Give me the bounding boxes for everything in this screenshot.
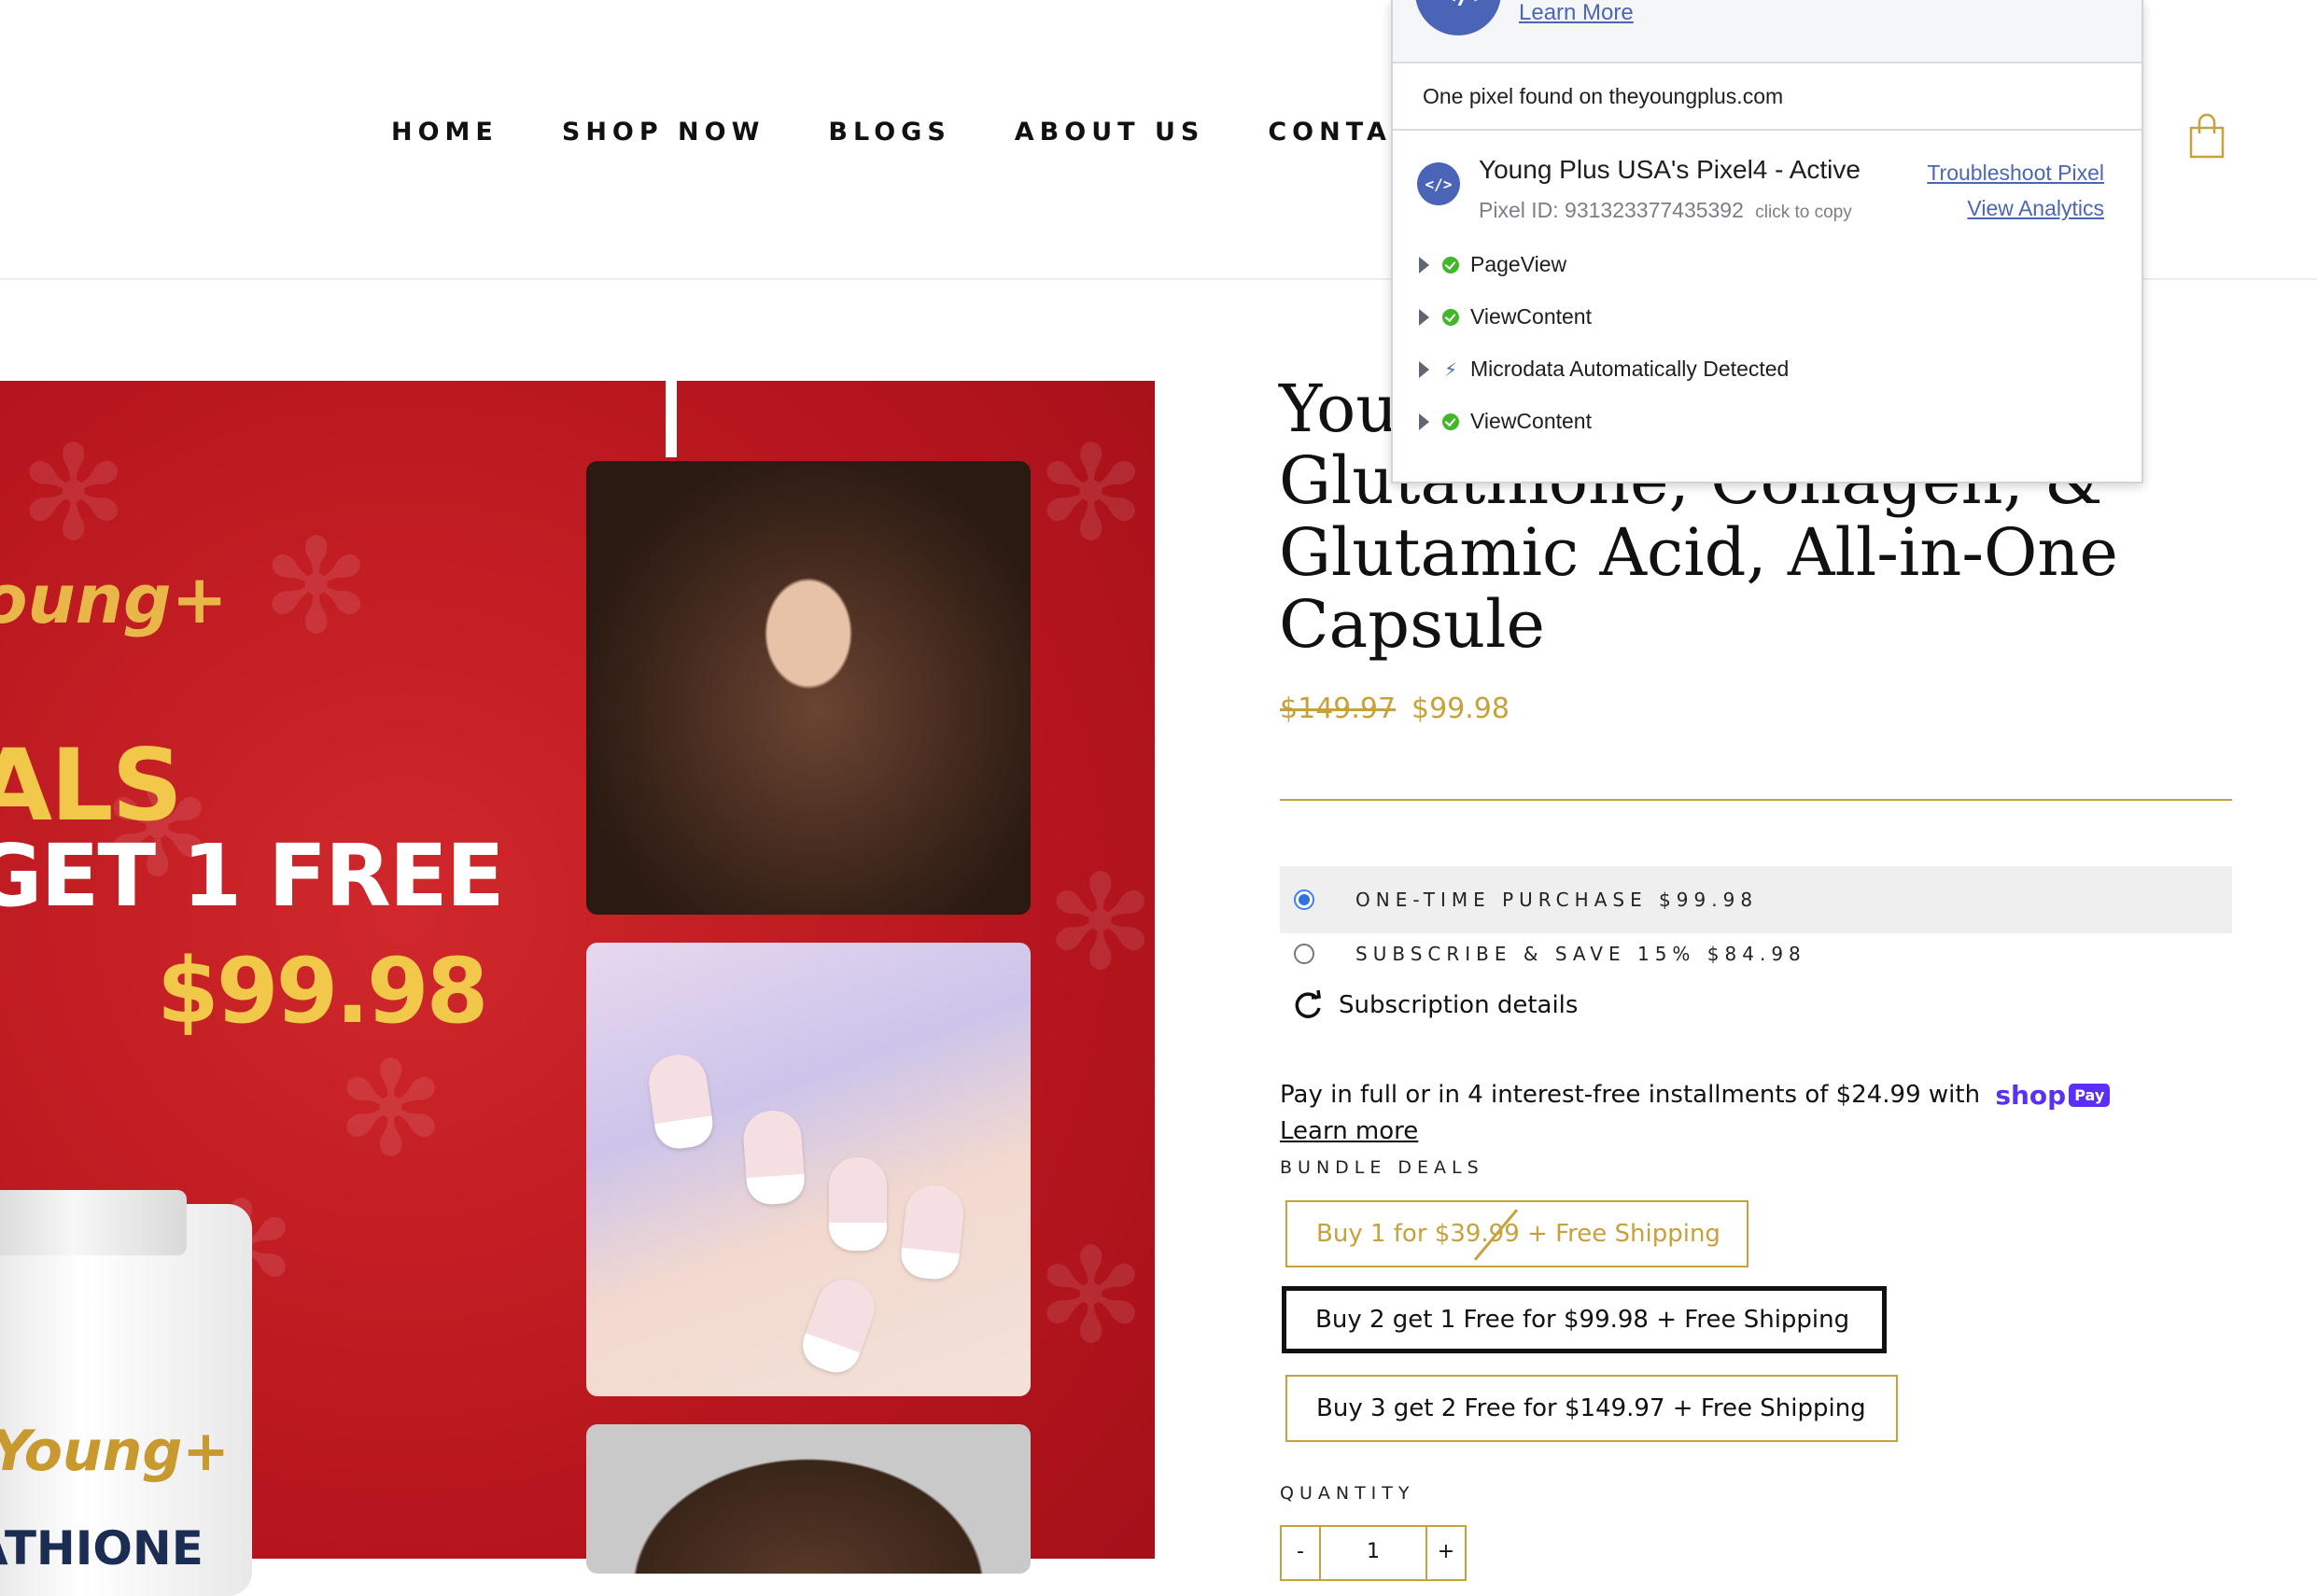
success-check-icon bbox=[1442, 256, 1459, 273]
quantity-stepper: - 1 + bbox=[1280, 1525, 1467, 1581]
shopping-bag-icon[interactable] bbox=[2188, 113, 2226, 160]
compare-at-price: $149.97 bbox=[1280, 693, 1397, 725]
bundle-label: Buy 1 for $39.99 + Free Shipping bbox=[1316, 1220, 1720, 1248]
event-name: Microdata Automatically Detected bbox=[1470, 357, 1790, 381]
radio-selected-icon[interactable] bbox=[1294, 889, 1314, 910]
popup-header: </> Learn More bbox=[1393, 0, 2141, 63]
shop-pay-wordmark: shop bbox=[1995, 1080, 2067, 1111]
nav-blogs[interactable]: BLOGS bbox=[828, 118, 950, 147]
pixel-code-icon: </> bbox=[1417, 162, 1460, 205]
event-name: ViewContent bbox=[1470, 409, 1592, 433]
expand-triangle-icon[interactable] bbox=[1419, 413, 1429, 430]
success-check-icon bbox=[1442, 308, 1459, 326]
nail-shape bbox=[741, 1108, 807, 1207]
subscription-details-link[interactable]: Subscription details bbox=[1292, 989, 1578, 1021]
nail-shape bbox=[795, 1271, 883, 1379]
bundle-option-3[interactable]: Buy 3 get 2 Free for $149.97 + Free Ship… bbox=[1285, 1375, 1898, 1442]
option-label: SUBSCRIBE & SAVE 15% $84.98 bbox=[1355, 943, 1806, 965]
snowflake-decoration: ✻ bbox=[261, 511, 372, 664]
shop-pay-logo: shop Pay bbox=[1995, 1080, 2111, 1111]
nav-home[interactable]: HOME bbox=[391, 118, 499, 147]
nav-about-us[interactable]: ABOUT US bbox=[1015, 118, 1205, 147]
refresh-icon bbox=[1295, 989, 1321, 1018]
nav-shop-now[interactable]: SHOP NOW bbox=[562, 118, 765, 147]
snowflake-decoration: ✻ bbox=[336, 1034, 446, 1186]
troubleshoot-pixel-link[interactable]: Troubleshoot Pixel bbox=[1927, 161, 2104, 186]
main-nav: HOME SHOP NOW BLOGS ABOUT US CONTACT U bbox=[391, 118, 1542, 147]
snowflake-decoration: ✻ bbox=[1036, 1221, 1146, 1373]
pixel-helper-logo-icon: </> bbox=[1415, 0, 1501, 35]
product-title-line: Capsule bbox=[1279, 586, 1545, 663]
event-row-microdata[interactable]: ⚡ Microdata Automatically Detected bbox=[1419, 357, 1789, 382]
pixel-id-text: Pixel ID: 931323377435392 bbox=[1479, 198, 1744, 222]
lightning-icon: ⚡ bbox=[1443, 357, 1458, 381]
pixel-id[interactable]: Pixel ID: 931323377435392 click to copy bbox=[1479, 198, 1852, 223]
pixel-helper-popup: </> Learn More One pixel found on theyou… bbox=[1391, 0, 2143, 483]
event-name: PageView bbox=[1470, 252, 1567, 276]
snowflake-decoration: ✻ bbox=[19, 418, 129, 570]
quantity-input[interactable]: 1 bbox=[1319, 1527, 1427, 1579]
event-row-viewcontent[interactable]: ViewContent bbox=[1419, 304, 1592, 329]
click-to-copy-label[interactable]: click to copy bbox=[1755, 203, 1851, 222]
installments-message: Pay in full or in 4 interest-free instal… bbox=[1280, 1080, 2111, 1111]
code-icon: </> bbox=[1439, 0, 1490, 10]
installments-text: Pay in full or in 4 interest-free instal… bbox=[1280, 1081, 1981, 1109]
sale-price: $99.98 bbox=[1411, 693, 1510, 725]
pixel-name: Young Plus USA's Pixel4 - Active bbox=[1479, 155, 1861, 184]
learn-more-link[interactable]: Learn More bbox=[1519, 0, 1634, 26]
hero-divider bbox=[666, 381, 677, 457]
bundle-option-1[interactable]: Buy 1 for $39.99 + Free Shipping bbox=[1285, 1200, 1748, 1267]
bundle-label: Buy 3 get 2 Free for $149.97 + Free Ship… bbox=[1316, 1394, 1866, 1422]
learn-more-link[interactable]: Learn more bbox=[1280, 1117, 1418, 1145]
hero-deal-line2: GET 1 FREE bbox=[0, 826, 505, 926]
quantity-label: QUANTITY bbox=[1280, 1483, 1415, 1504]
nail-shape bbox=[829, 1157, 887, 1251]
expand-triangle-icon[interactable] bbox=[1419, 308, 1429, 326]
product-bottle-cap bbox=[0, 1190, 187, 1255]
nails-photo bbox=[586, 943, 1031, 1396]
success-check-icon bbox=[1442, 413, 1459, 430]
event-name: ViewContent bbox=[1470, 304, 1592, 329]
expand-triangle-icon[interactable] bbox=[1419, 256, 1429, 273]
bundle-option-2[interactable]: Buy 2 get 1 Free for $99.98 + Free Shipp… bbox=[1282, 1286, 1887, 1353]
expand-triangle-icon[interactable] bbox=[1419, 360, 1429, 378]
nail-shape bbox=[645, 1051, 716, 1152]
nail-shape bbox=[898, 1183, 967, 1281]
event-row-pageview[interactable]: PageView bbox=[1419, 252, 1566, 277]
divider bbox=[1393, 129, 2141, 131]
quantity-decrease-button[interactable]: - bbox=[1282, 1527, 1319, 1579]
shop-pay-badge: Pay bbox=[2069, 1084, 2111, 1107]
subscription-details-label: Subscription details bbox=[1339, 991, 1579, 1019]
divider bbox=[1280, 799, 2232, 801]
portrait-photo bbox=[586, 1424, 1031, 1574]
event-row-viewcontent[interactable]: ViewContent bbox=[1419, 409, 1592, 434]
option-label: ONE-TIME PURCHASE $99.98 bbox=[1355, 889, 1759, 911]
hero-deal-price: $99.98 bbox=[157, 939, 488, 1043]
subscribe-save-option[interactable]: SUBSCRIBE & SAVE 15% $84.98 bbox=[1280, 920, 2232, 987]
snowflake-decoration: ✻ bbox=[1046, 847, 1155, 1000]
bundle-label: Buy 2 get 1 Free for $99.98 + Free Shipp… bbox=[1315, 1306, 1850, 1334]
pixel-found-text: One pixel found on theyoungplus.com bbox=[1423, 84, 1784, 108]
bundle-deals-label: BUNDLE DEALS bbox=[1280, 1157, 1484, 1178]
hero-brand-logo: oung+ bbox=[0, 560, 228, 638]
quantity-increase-button[interactable]: + bbox=[1427, 1527, 1465, 1579]
bottle-product-label: ATHIONE bbox=[0, 1521, 204, 1575]
bottle-brand-label: Young+ bbox=[0, 1419, 230, 1484]
hair-photo bbox=[586, 461, 1031, 915]
radio-unselected-icon[interactable] bbox=[1294, 944, 1314, 964]
product-title-line: Glutamic Acid, All-in-One bbox=[1279, 514, 2118, 591]
snowflake-decoration: ✻ bbox=[1036, 418, 1146, 570]
view-analytics-link[interactable]: View Analytics bbox=[1967, 196, 2104, 221]
